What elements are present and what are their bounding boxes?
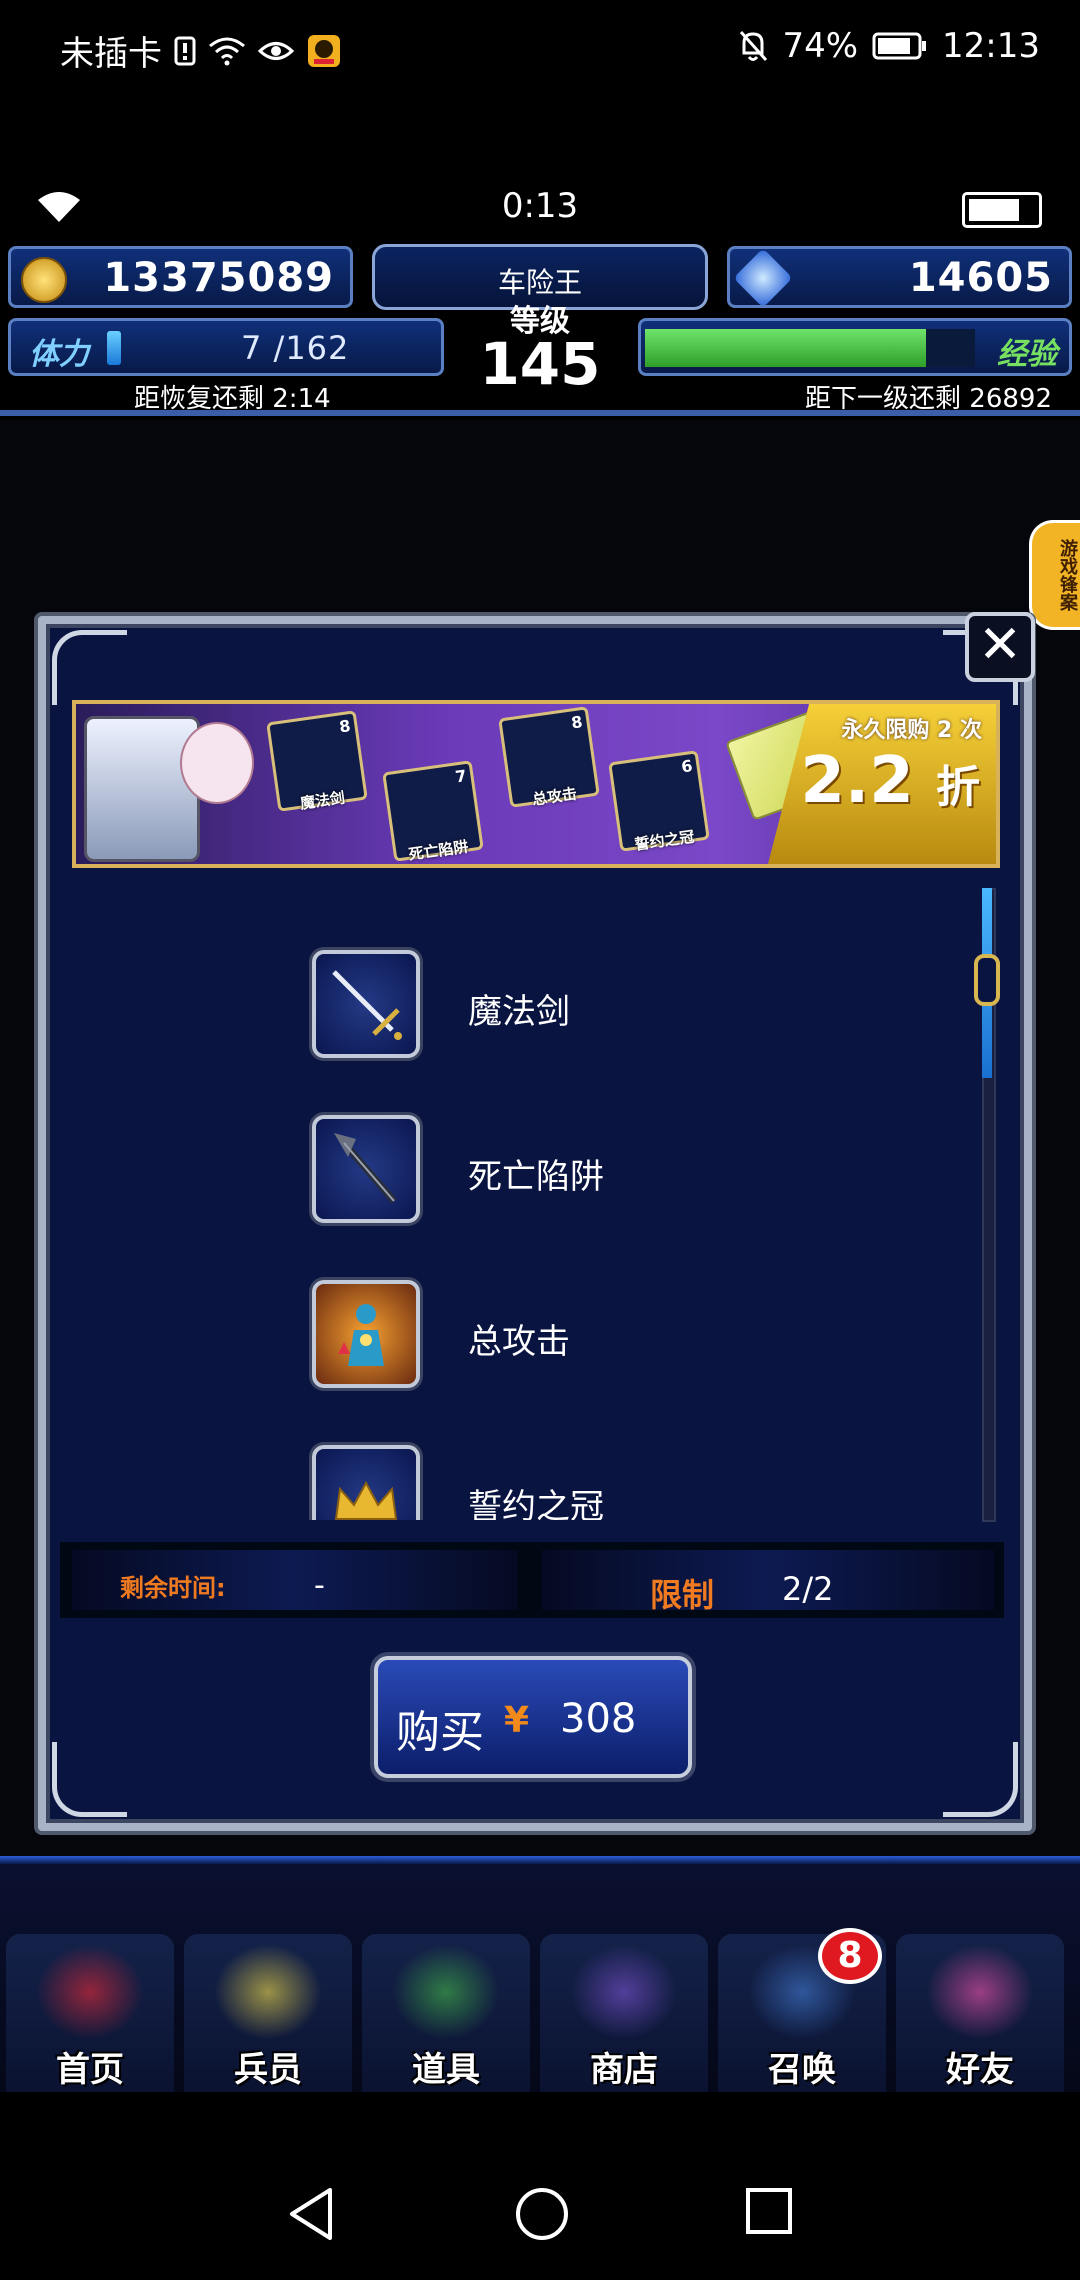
item-name: 魔法剑 <box>468 992 570 1032</box>
summon-notification-badge: 8 <box>818 1928 882 1984</box>
treasure-chest-icon <box>84 716 200 862</box>
frame-corner-ornament <box>52 630 127 705</box>
discount-value: 2.2 折 <box>800 744 980 818</box>
home-button[interactable] <box>514 2186 570 2246</box>
limit-value: 2/2 <box>782 1570 834 1608</box>
stamina-bar <box>107 331 121 365</box>
item-name: 誓约之冠 <box>468 1487 604 1520</box>
bundle-banner: 8 魔法剑 7 死亡陷阱 8 总攻击 6 誓约之冠 永久限购 2 次 2.2 折 <box>72 700 1000 868</box>
scrollbar-thumb[interactable] <box>974 954 1000 1006</box>
remaining-time-value: - <box>314 1568 325 1603</box>
items-potion-icon <box>392 1944 500 2040</box>
staff-icon <box>312 1115 420 1223</box>
battery-percent: 74% <box>782 26 859 66</box>
crown-icon <box>312 1445 420 1520</box>
side-tab[interactable]: 游戏锋案 <box>1029 520 1080 630</box>
limit-cell <box>542 1550 994 1610</box>
shop-icon <box>570 1944 678 2040</box>
nav-top-border <box>0 1856 1080 1864</box>
mute-bell-icon <box>738 29 768 63</box>
yuan-icon: ¥ <box>504 1700 530 1741</box>
battery-icon <box>872 32 928 60</box>
close-icon: ✕ <box>978 615 1022 675</box>
game-battery-icon <box>962 192 1042 228</box>
carrier-text: 未插卡 <box>60 34 162 74</box>
banner-item-oath-crown: 6 誓约之冠 <box>608 750 710 854</box>
nav-items[interactable]: 道具 <box>362 1934 530 2094</box>
sim-alert-icon <box>174 36 196 66</box>
wifi-status-icon <box>208 36 246 66</box>
limit-label: 限制 <box>650 1576 715 1614</box>
stamina-panel: 体力 7 /162 <box>8 318 444 376</box>
app-notification-icon <box>306 33 342 69</box>
banner-item-total-attack: 8 总攻击 <box>498 706 600 809</box>
nav-units[interactable]: 兵员 <box>184 1934 352 2094</box>
gil-amount: 13375089 <box>103 255 334 301</box>
home-swords-icon <box>36 1944 144 2040</box>
frame-corner-ornament <box>943 1742 1018 1817</box>
buy-label: 购买 <box>396 1707 484 1758</box>
buy-price: 308 <box>560 1696 637 1742</box>
nav-shop[interactable]: 商店 <box>540 1934 708 2094</box>
close-button[interactable]: ✕ <box>965 612 1035 682</box>
ability-figure-icon <box>312 1280 420 1388</box>
banner-item-death-trap: 7 死亡陷阱 <box>382 760 484 864</box>
back-button[interactable] <box>286 2186 336 2246</box>
item-name: 总攻击 <box>468 1322 570 1362</box>
eye-icon <box>258 38 294 64</box>
exp-label: 经验 <box>997 337 1057 372</box>
sword-icon <box>312 950 420 1058</box>
units-warrior-icon <box>214 1944 322 2040</box>
friends-icon <box>926 1944 1034 2040</box>
nav-home[interactable]: 首页 <box>6 1934 174 2094</box>
exp-panel: 经验 <box>638 318 1072 376</box>
frame-corner-ornament <box>52 1742 127 1817</box>
hud-divider <box>0 410 1080 416</box>
buy-button[interactable]: 购买 ¥ 308 <box>374 1656 692 1778</box>
phone-status-bar: 未插卡 74% 12:13 <box>0 0 1080 96</box>
exp-bar-fill <box>645 329 926 367</box>
gem-amount: 14605 <box>908 255 1053 301</box>
item-name: 死亡陷阱 <box>468 1157 604 1197</box>
stamina-value: 7 /162 <box>241 329 350 367</box>
stamina-label: 体力 <box>29 337 89 372</box>
game-clock: 0:13 <box>501 186 579 226</box>
purchase-limit-text: 永久限购 2 次 <box>841 718 982 743</box>
remaining-time-label: 剩余时间: <box>120 1574 226 1602</box>
banner-item-magic-sword: 8 魔法剑 <box>266 710 368 813</box>
bundle-item-list[interactable]: 魔法剑 死亡陷阱 总攻击 誓约之冠 <box>72 880 972 1520</box>
nav-friends[interactable]: 好友 <box>896 1934 1064 2094</box>
clock-time: 12:13 <box>942 26 1040 66</box>
recents-button[interactable] <box>744 2186 794 2240</box>
moogle-icon <box>180 722 254 804</box>
